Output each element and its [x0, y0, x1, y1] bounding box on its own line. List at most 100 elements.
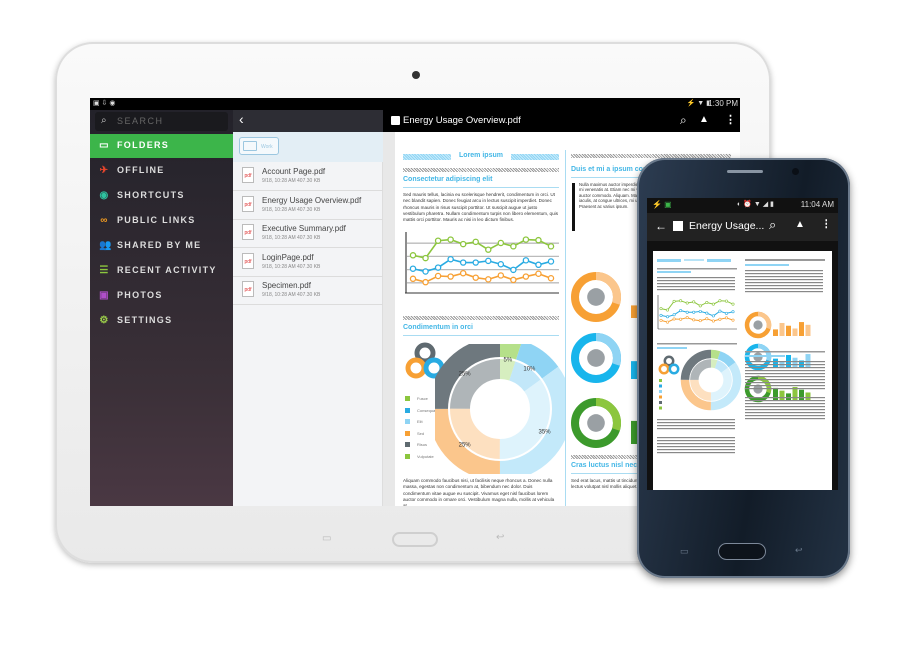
file-item[interactable]: pdf Executive Summary.pdf 9/18, 10:28 AM 4… [233, 219, 383, 248]
data-point [459, 269, 467, 277]
folder-chip-row: Work [233, 132, 383, 162]
text-line [745, 367, 825, 369]
sidebar-item-label: SHARED BY ME [117, 240, 202, 250]
file-list-header: ‹ [233, 110, 383, 132]
data-point [535, 261, 542, 269]
usage-bar [792, 328, 798, 336]
data-point [692, 318, 696, 322]
more-menu-icon[interactable]: ⋮ [725, 113, 736, 126]
text-line [657, 452, 735, 454]
doc-header: Lorem ipsum [459, 152, 503, 159]
text-line [745, 409, 825, 411]
search-icon[interactable]: ⌕ [769, 217, 776, 233]
pdf-file-icon: pdf [242, 224, 254, 240]
data-point [547, 243, 555, 250]
data-point [692, 300, 696, 304]
text-line [745, 388, 825, 390]
phone-camera [792, 168, 799, 175]
sidebar-item-label: FOLDERS [117, 140, 170, 150]
data-point [672, 317, 676, 321]
divider [745, 351, 825, 353]
data-point [692, 310, 696, 314]
sidebar-item-shortcuts[interactable]: ◉ SHORTCUTS [90, 184, 233, 208]
phone-document-title: Energy Usage... [689, 220, 765, 232]
text-line [745, 400, 825, 402]
tablet-home-button[interactable] [392, 532, 438, 547]
data-point [497, 272, 505, 279]
file-item[interactable]: pdf Account Page.pdf 9/18, 10:28 AM 407.30… [233, 162, 383, 191]
legend-swatch [405, 430, 410, 436]
back-icon[interactable]: ↩ [496, 532, 504, 543]
series-line [412, 272, 552, 284]
data-point [659, 313, 663, 317]
data-point [724, 311, 728, 315]
sun-icon [753, 320, 763, 330]
back-icon[interactable]: ↩ [795, 545, 803, 556]
text-line [745, 376, 825, 378]
back-arrow-icon[interactable]: ‹ [239, 111, 244, 127]
data-point [659, 318, 663, 322]
phone-screen: ⚡ ▣ ◐ ⏰ ▼ ◢ ▮ 11:04 AM ← Energy Usage...… [647, 198, 838, 490]
usage-bar [779, 390, 785, 400]
legend-swatch [659, 406, 662, 410]
data-point [731, 310, 735, 314]
recent-apps-icon[interactable]: ▭ [322, 533, 331, 544]
donut-label: 25% [459, 372, 472, 378]
file-item[interactable]: pdf LoginPage.pdf 9/18, 10:28 AM 407.30 KB [233, 248, 383, 277]
text-line [745, 291, 823, 293]
text-line [745, 403, 825, 405]
usage-bar [799, 322, 804, 336]
series-line [660, 300, 734, 311]
sidebar-item-offline[interactable]: ✈ OFFLINE [90, 159, 233, 183]
text-line [657, 437, 735, 439]
sidebar-item-recent-activity[interactable]: ☰ RECENT ACTIVITY [90, 259, 233, 283]
status-bar: ▣ ⇩ ◉ ⚡ ▼ ▮ 1:30 PM [90, 98, 740, 110]
data-point [672, 299, 676, 303]
data-point [685, 316, 689, 320]
drive-icon[interactable]: ▲ [699, 114, 709, 125]
data-point [485, 276, 492, 283]
data-point [497, 239, 505, 247]
mini-donut-chart [680, 349, 742, 411]
data-point [422, 268, 429, 275]
link-icon: ∞ [100, 215, 109, 226]
shared-user-icon: 👥 [99, 240, 113, 251]
sidebar-item-shared-by-me[interactable]: 👥 SHARED BY ME [90, 234, 233, 258]
data-point [685, 301, 689, 305]
file-item[interactable]: pdf Energy Usage Overview.pdf 9/18, 10:28 … [233, 191, 383, 220]
data-point [685, 310, 689, 314]
text-line [657, 283, 735, 285]
usage-bar [786, 393, 791, 400]
data-point [409, 275, 417, 283]
data-point [547, 275, 555, 282]
data-point [711, 319, 715, 323]
data-point [472, 238, 479, 246]
gear-icon: ⚙ [99, 315, 110, 326]
phone-home-button[interactable] [718, 543, 766, 560]
pdf-file-icon: pdf [242, 167, 254, 183]
folder-chip-work[interactable]: Work [239, 137, 279, 155]
legend-label: Fusce [417, 396, 428, 401]
sidebar-item-folders[interactable]: ▭ FOLDERS [90, 134, 233, 158]
sidebar-item-photos[interactable]: ▣ PHOTOS [90, 284, 233, 308]
text-line [745, 370, 825, 372]
pdf-file-icon [673, 221, 683, 231]
data-point [718, 317, 722, 321]
donut-label: 35% [539, 430, 552, 436]
file-item[interactable]: pdf Specimen.pdf 9/18, 10:28 AM 407.30 KB [233, 276, 383, 305]
usage-bar [805, 392, 811, 400]
search-icon[interactable]: ⌕ [680, 113, 687, 128]
section-heading: Cras luctus nisl nec [571, 462, 638, 469]
sidebar-item-settings[interactable]: ⚙ SETTINGS [90, 309, 233, 333]
recent-apps-icon[interactable]: ▭ [680, 546, 689, 557]
text-line [745, 397, 825, 399]
search-input[interactable]: ⌕ SEARCH [95, 112, 228, 131]
drive-icon[interactable]: ▲ [795, 219, 805, 230]
back-arrow-icon[interactable]: ← [655, 219, 667, 233]
text-line [745, 406, 825, 408]
more-menu-icon[interactable]: ⋮ [821, 218, 832, 230]
sidebar-item-public-links[interactable]: ∞ PUBLIC LINKS [90, 209, 233, 233]
rings-icon [658, 355, 680, 375]
text-line [745, 364, 825, 366]
divider [657, 343, 737, 345]
